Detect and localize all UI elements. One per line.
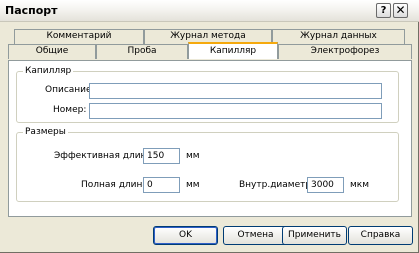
tab-panel-capillary: Капилляр Описание: Номер: Размеры Эффект… xyxy=(8,60,412,217)
apply-button[interactable]: Применить xyxy=(282,226,347,245)
inner-diameter-input[interactable] xyxy=(307,177,344,193)
tab-capillary[interactable]: Капилляр xyxy=(188,42,278,59)
total-length-label: Полная длина xyxy=(81,180,148,190)
dialog-window: Паспорт ? ✕ Комментарий Журнал метода Жу… xyxy=(0,0,419,253)
tab-data-log[interactable]: Журнал данных xyxy=(272,29,405,44)
inner-diameter-label: Внутр.диаметр: xyxy=(239,180,315,190)
description-label: Описание: xyxy=(45,85,95,95)
number-input[interactable] xyxy=(89,103,382,119)
tab-comment[interactable]: Комментарий xyxy=(14,29,144,44)
help-icon[interactable]: ? xyxy=(376,3,391,18)
effective-length-input[interactable] xyxy=(143,148,180,164)
description-input[interactable] xyxy=(89,83,382,99)
effective-length-unit: мм xyxy=(186,151,200,161)
number-label: Номер: xyxy=(53,105,87,115)
tab-sample[interactable]: Проба xyxy=(96,44,188,59)
capillary-group-legend: Капилляр xyxy=(23,66,74,76)
title-bar: Паспорт ? ✕ xyxy=(0,0,419,22)
tab-general[interactable]: Общие xyxy=(8,44,96,59)
window-title: Паспорт xyxy=(5,4,58,17)
tab-electrophoresis[interactable]: Электрофорез xyxy=(278,44,412,59)
effective-length-label: Эффективная длина xyxy=(54,151,152,161)
inner-diameter-unit: мкм xyxy=(350,180,370,190)
total-length-unit: мм xyxy=(186,180,200,190)
help-button[interactable]: Справка xyxy=(348,226,413,245)
close-icon[interactable]: ✕ xyxy=(393,3,408,18)
total-length-input[interactable] xyxy=(143,177,180,193)
sizes-group-legend: Размеры xyxy=(23,127,68,137)
ok-button[interactable]: OK xyxy=(153,226,218,245)
cancel-button[interactable]: Отмена xyxy=(223,226,288,245)
